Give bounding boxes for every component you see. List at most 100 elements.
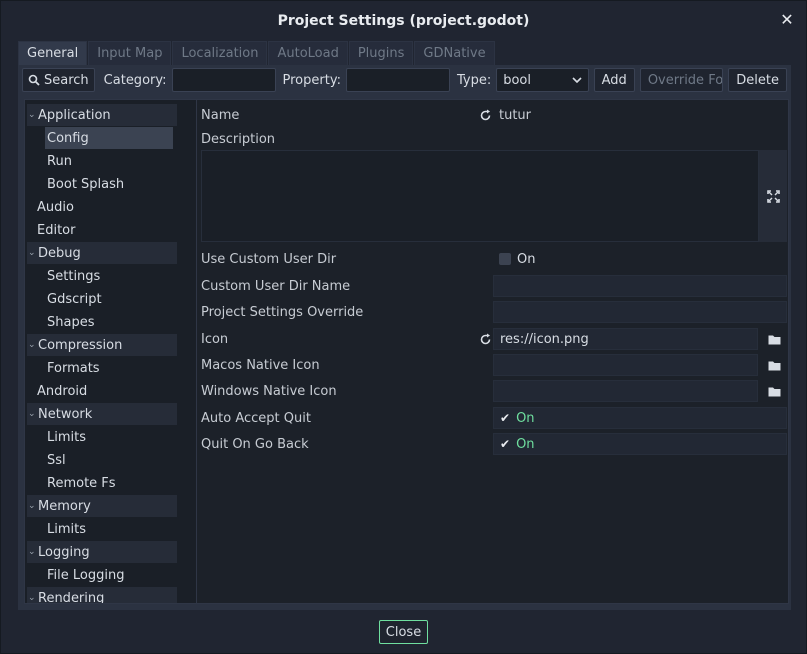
- property-label: Property:: [282, 72, 341, 88]
- use-custom-user-dir-checkbox[interactable]: On: [493, 248, 787, 270]
- close-icon[interactable]: ✕: [778, 11, 796, 29]
- tree-item-label: Formats: [47, 360, 100, 376]
- tree-item-file-logging[interactable]: File Logging: [47, 564, 124, 586]
- property-label-custom-user-dir-name: Custom User Dir Name: [201, 278, 351, 294]
- project-settings-dialog: Project Settings (project.godot) ✕ Gener…: [0, 0, 807, 654]
- tree-item-label: Gdscript: [47, 291, 102, 307]
- title-bar: Project Settings (project.godot) ✕: [1, 1, 806, 41]
- tree-item-editor[interactable]: Editor: [37, 219, 75, 241]
- folder-icon[interactable]: [761, 354, 787, 376]
- chevron-down-icon: [572, 77, 582, 83]
- tree-item-label: Limits: [47, 429, 86, 445]
- property-inspector: Name tutur Description Use Custom User D…: [196, 99, 789, 604]
- property-label-name: Name: [201, 107, 240, 123]
- revert-icon[interactable]: [478, 332, 492, 346]
- tab-input-map[interactable]: Input Map: [88, 41, 172, 65]
- tree-item-label: Memory: [38, 498, 91, 514]
- tree-item-shapes[interactable]: Shapes: [47, 311, 94, 333]
- tree-item-boot-splash[interactable]: Boot Splash: [47, 173, 124, 195]
- settings-content: ⌄ Application Config Run Boot Splash Aud…: [18, 95, 791, 610]
- tab-gdnative[interactable]: GDNative: [414, 41, 495, 65]
- tree-item-label: Audio: [37, 199, 74, 215]
- tab-bar: General Input Map Localization AutoLoad …: [18, 41, 496, 65]
- search-button[interactable]: Search: [22, 68, 95, 92]
- tree-item-ssl[interactable]: Ssl: [47, 449, 66, 471]
- chevron-down-icon: ⌄: [28, 593, 36, 603]
- tree-item-network-limits[interactable]: Limits: [47, 426, 86, 448]
- section-tree[interactable]: ⌄ Application Config Run Boot Splash Aud…: [24, 99, 206, 604]
- tree-item-run[interactable]: Run: [47, 150, 72, 172]
- category-input[interactable]: [171, 68, 276, 92]
- chevron-down-icon: ⌄: [28, 110, 36, 120]
- checkbox-label: On: [517, 251, 536, 267]
- property-label-icon: Icon: [201, 331, 229, 347]
- add-button[interactable]: Add: [593, 68, 635, 92]
- tree-item-label: Logging: [38, 544, 90, 560]
- auto-accept-quit-checkbox[interactable]: ✔ On: [493, 407, 787, 429]
- tree-item-label: Limits: [47, 521, 86, 537]
- tree-item-settings[interactable]: Settings: [47, 265, 100, 287]
- tree-item-android[interactable]: Android: [37, 380, 87, 402]
- property-value-name[interactable]: tutur: [499, 104, 531, 126]
- tree-item-audio[interactable]: Audio: [37, 196, 74, 218]
- tree-item-label: Debug: [38, 245, 81, 261]
- tree-item-label: Editor: [37, 222, 76, 238]
- checkbox-label: On: [516, 410, 535, 426]
- folder-icon[interactable]: [761, 328, 787, 350]
- search-button-label: Search: [44, 72, 89, 88]
- tree-item-label: Rendering: [38, 590, 105, 604]
- delete-button[interactable]: Delete: [728, 68, 787, 92]
- override-for-button[interactable]: Override For...: [639, 68, 724, 92]
- description-text-area[interactable]: [201, 150, 759, 242]
- tree-item-memory-limits[interactable]: Limits: [47, 518, 86, 540]
- chevron-down-icon: ⌄: [28, 501, 36, 511]
- type-select-value: bool: [503, 72, 531, 88]
- chevron-down-icon: ⌄: [28, 340, 36, 350]
- tree-item-formats[interactable]: Formats: [47, 357, 100, 379]
- tree-item-label: Settings: [47, 268, 101, 284]
- type-label: Type:: [456, 72, 492, 88]
- tree-item-network[interactable]: ⌄ Network: [27, 403, 177, 425]
- quit-on-go-back-checkbox[interactable]: ✔ On: [493, 433, 787, 455]
- tab-plugins[interactable]: Plugins: [348, 41, 414, 65]
- tree-item-application[interactable]: ⌄ Application: [27, 104, 177, 126]
- close-button[interactable]: Close: [378, 620, 429, 644]
- windows-native-icon-input[interactable]: [493, 380, 758, 402]
- property-input[interactable]: [345, 68, 450, 92]
- chevron-down-icon: ⌄: [28, 248, 36, 258]
- tree-item-label: Compression: [38, 337, 123, 353]
- type-select[interactable]: bool: [496, 68, 589, 92]
- property-label-description: Description: [201, 131, 276, 147]
- dialog-title: Project Settings (project.godot): [277, 13, 530, 29]
- expand-icon[interactable]: [759, 150, 787, 242]
- tree-item-rendering[interactable]: ⌄ Rendering: [27, 587, 177, 604]
- category-label: Category:: [103, 72, 167, 88]
- dialog-footer: Close: [1, 610, 806, 654]
- tree-item-label: Remote Fs: [47, 475, 116, 491]
- tree-item-label: Config: [47, 130, 89, 146]
- property-label-macos-native-icon: Macos Native Icon: [201, 357, 320, 373]
- tree-item-label: Application: [38, 107, 111, 123]
- property-label-auto-accept-quit: Auto Accept Quit: [201, 410, 311, 426]
- tree-item-remote-fs[interactable]: Remote Fs: [47, 472, 116, 494]
- tab-general[interactable]: General: [18, 41, 88, 65]
- checkbox-unchecked-icon: [499, 253, 511, 265]
- folder-icon[interactable]: [761, 380, 787, 402]
- tree-item-label: Network: [38, 406, 93, 422]
- custom-user-dir-name-input[interactable]: [493, 275, 787, 297]
- tree-item-debug[interactable]: ⌄ Debug: [27, 242, 177, 264]
- macos-native-icon-input[interactable]: [493, 354, 758, 376]
- tree-item-config[interactable]: Config: [45, 127, 173, 149]
- tree-item-compression[interactable]: ⌄ Compression: [27, 334, 177, 356]
- icon-path-input[interactable]: res://icon.png: [493, 328, 758, 350]
- tree-item-memory[interactable]: ⌄ Memory: [27, 495, 177, 517]
- property-label-windows-native-icon: Windows Native Icon: [201, 383, 337, 399]
- tree-item-gdscript[interactable]: Gdscript: [47, 288, 102, 310]
- project-settings-override-input[interactable]: [493, 301, 787, 323]
- revert-icon[interactable]: [478, 108, 492, 122]
- tab-localization[interactable]: Localization: [172, 41, 268, 65]
- tab-autoload[interactable]: AutoLoad: [268, 41, 348, 65]
- chevron-down-icon: ⌄: [28, 547, 36, 557]
- tree-item-logging[interactable]: ⌄ Logging: [27, 541, 177, 563]
- checkbox-label: On: [516, 436, 535, 452]
